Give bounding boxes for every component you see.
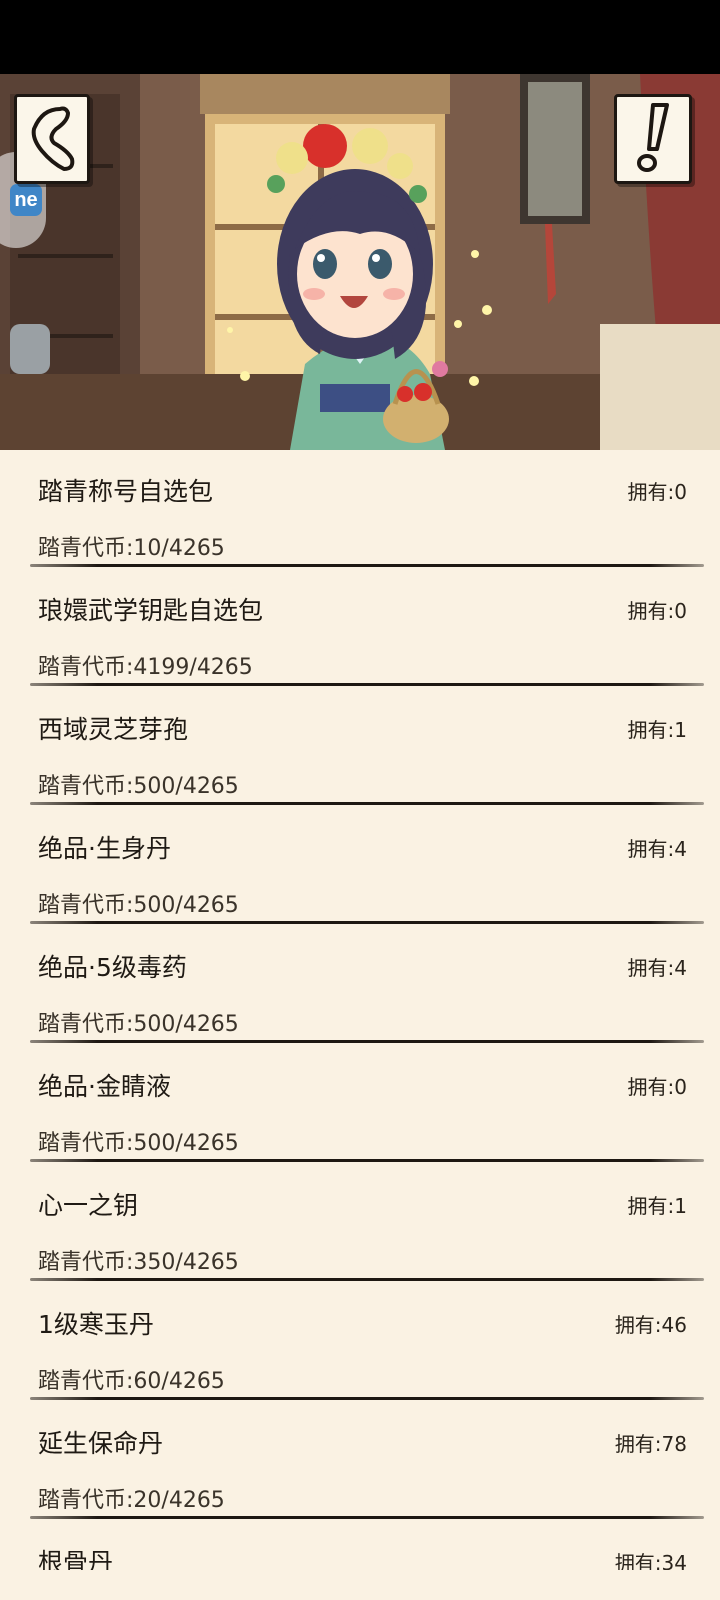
item-owned-count: 拥有:0 [627,1075,687,1099]
divider [30,564,704,567]
item-owned-count: 拥有:34 [614,1551,687,1570]
item-name: 心一之钥 [38,1191,139,1220]
list-item[interactable]: 根骨丹 拥有:34 [0,1521,720,1570]
item-name: 根骨丹 [38,1548,114,1570]
item-price: 踏青代币:500/4265 [38,1012,239,1037]
item-price: 踏青代币:60/4265 [38,1369,225,1394]
item-price: 踏青代币:10/4265 [38,536,225,561]
item-price: 踏青代币:500/4265 [38,774,239,799]
item-name: 琅嬛武学钥匙自选包 [38,596,264,625]
item-price: 踏青代币:4199/4265 [38,655,253,680]
item-name: 踏青称号自选包 [38,477,214,506]
item-price: 踏青代币:500/4265 [38,893,239,918]
item-owned-count: 拥有:46 [614,1313,687,1337]
divider [30,802,704,805]
divider [30,921,704,924]
divider [30,1159,704,1162]
status-bar [0,0,720,74]
item-price: 踏青代币:350/4265 [38,1250,239,1275]
event-banner [0,74,720,450]
floating-app-icon: ne [10,184,42,216]
exchange-item-list: 踏青称号自选包 拥有:0 踏青代币:10/4265 琅嬛武学钥匙自选包 拥有:0… [0,450,720,1570]
exclamation-icon [637,103,669,172]
list-item[interactable]: 踏青称号自选包 拥有:0 踏青代币:10/4265 [0,450,720,569]
item-owned-count: 拥有:1 [627,718,687,742]
list-item[interactable]: 绝品·5级毒药 拥有:4 踏青代币:500/4265 [0,926,720,1045]
item-name: 绝品·5级毒药 [38,953,187,982]
divider [30,1516,704,1519]
item-price: 踏青代币:500/4265 [38,1131,239,1156]
divider [30,1278,704,1281]
divider [30,1040,704,1043]
back-arrow-icon [31,106,75,171]
divider [30,1397,704,1400]
item-name: 1级寒玉丹 [38,1310,154,1339]
info-button[interactable] [614,94,692,184]
divider [30,683,704,686]
item-name: 绝品·金睛液 [38,1072,171,1101]
item-owned-count: 拥有:4 [627,956,687,980]
item-owned-count: 拥有:0 [627,480,687,504]
back-button[interactable] [14,94,90,184]
item-name: 延生保命丹 [38,1429,164,1458]
item-owned-count: 拥有:0 [627,599,687,623]
item-owned-count: 拥有:4 [627,837,687,861]
list-item[interactable]: 延生保命丹 拥有:78 踏青代币:20/4265 [0,1402,720,1521]
item-name: 西域灵芝芽孢 [38,715,189,744]
list-item[interactable]: 琅嬛武学钥匙自选包 拥有:0 踏青代币:4199/4265 [0,569,720,688]
item-name: 绝品·生身丹 [38,834,171,863]
item-owned-count: 拥有:1 [627,1194,687,1218]
list-item[interactable]: 1级寒玉丹 拥有:46 踏青代币:60/4265 [0,1283,720,1402]
banner-illustration [0,74,720,450]
list-item[interactable]: 西域灵芝芽孢 拥有:1 踏青代币:500/4265 [0,688,720,807]
list-item[interactable]: 心一之钥 拥有:1 踏青代币:350/4265 [0,1164,720,1283]
item-price: 踏青代币:20/4265 [38,1488,225,1513]
list-item[interactable]: 绝品·金睛液 拥有:0 踏青代币:500/4265 [0,1045,720,1164]
item-owned-count: 拥有:78 [614,1432,687,1456]
list-item[interactable]: 绝品·生身丹 拥有:4 踏青代币:500/4265 [0,807,720,926]
